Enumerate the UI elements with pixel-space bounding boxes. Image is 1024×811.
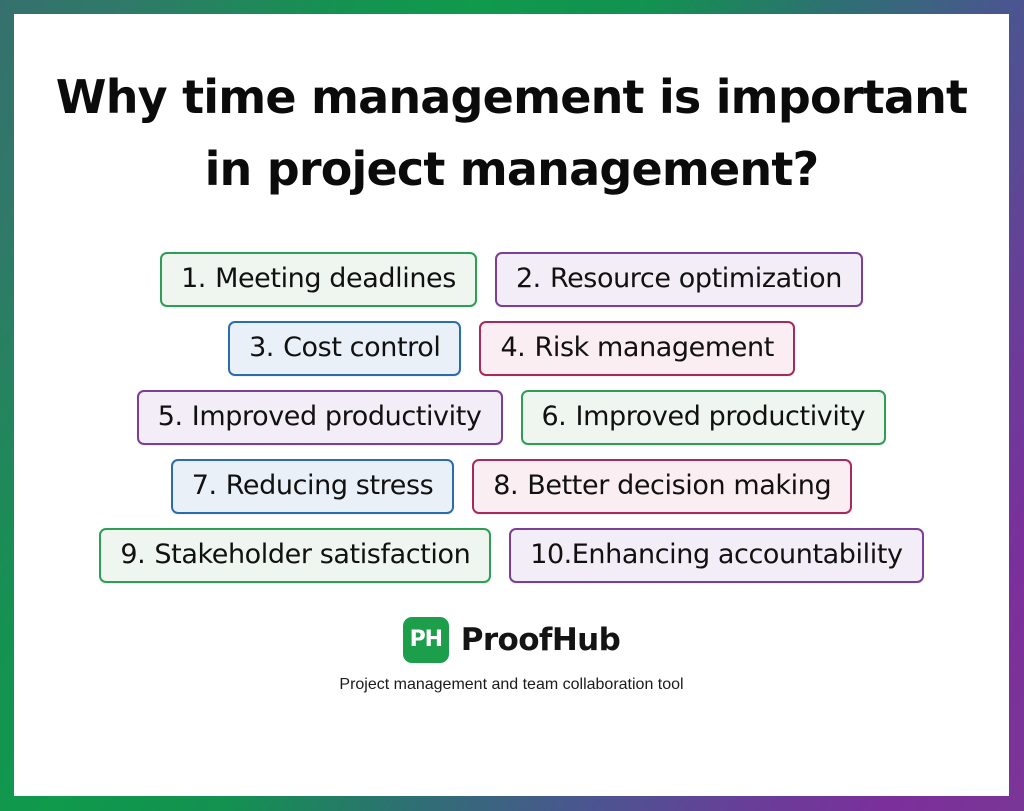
proofhub-wordmark: ProofHub	[460, 621, 621, 658]
reason-number: 9.	[120, 538, 146, 570]
proofhub-logo: PH ProofHub	[402, 616, 621, 663]
reason-item-8: 8. Better decision making	[472, 458, 853, 514]
reason-item-2: 2. Resource optimization	[494, 251, 863, 307]
reason-item-10: 10. Enhancing accountability	[509, 527, 924, 583]
reason-item-3: 3. Cost control	[228, 320, 462, 376]
reasons-row: 9. Stakeholder satisfaction 10. Enhancin…	[14, 527, 1009, 583]
reason-item-4: 4. Risk management	[479, 320, 795, 376]
reasons-row: 3. Cost control 4. Risk management	[14, 320, 1009, 376]
reason-label: Improved productivity	[191, 400, 482, 432]
footer: PH ProofHub Project management and team …	[339, 616, 684, 694]
reason-number: 2.	[515, 262, 541, 294]
reasons-row: 7. Reducing stress 8. Better decision ma…	[14, 458, 1009, 514]
page-title-line-2: in project management?	[204, 141, 820, 196]
reason-number: 3.	[249, 331, 274, 363]
reason-label: Improved productivity	[575, 400, 866, 432]
reason-label: Stakeholder satisfaction	[154, 538, 471, 570]
reason-number: 6.	[541, 400, 567, 432]
footer-tagline: Project management and team collaboratio…	[339, 675, 684, 693]
reason-number: 5.	[157, 400, 183, 432]
reasons-list: 1. Meeting deadlines 2. Resource optimiz…	[14, 251, 1009, 583]
reason-number: 4.	[500, 331, 526, 363]
reason-label: Risk management	[534, 331, 774, 363]
reason-item-7: 7. Reducing stress	[170, 458, 455, 514]
reason-number: 8.	[493, 469, 519, 501]
proofhub-logo-monogram: PH	[409, 626, 443, 652]
proofhub-logo-icon: PH	[402, 616, 449, 663]
reason-label: Reducing stress	[225, 469, 434, 501]
reasons-row: 1. Meeting deadlines 2. Resource optimiz…	[14, 251, 1009, 307]
infographic-canvas: Why time management is important in proj…	[14, 14, 1009, 796]
reason-label: Cost control	[283, 331, 441, 363]
reason-item-1: 1. Meeting deadlines	[160, 251, 477, 307]
reason-item-6: 6. Improved productivity	[520, 389, 887, 445]
gradient-frame: Why time management is important in proj…	[0, 0, 1024, 811]
reason-label: Enhancing accountability	[571, 538, 903, 570]
reason-number: 10.	[530, 538, 572, 570]
reason-item-9: 9. Stakeholder satisfaction	[99, 527, 492, 583]
reason-number: 1.	[181, 262, 206, 294]
reason-item-5: 5. Improved productivity	[136, 389, 503, 445]
reason-label: Resource optimization	[549, 262, 842, 294]
reason-label: Better decision making	[527, 469, 832, 501]
page-title-line-1: Why time management is important	[55, 70, 968, 124]
page-title: Why time management is important in proj…	[14, 14, 1009, 206]
reason-label: Meeting deadlines	[215, 262, 456, 294]
reason-number: 7.	[191, 469, 217, 501]
reasons-row: 5. Improved productivity 6. Improved pro…	[14, 389, 1009, 445]
